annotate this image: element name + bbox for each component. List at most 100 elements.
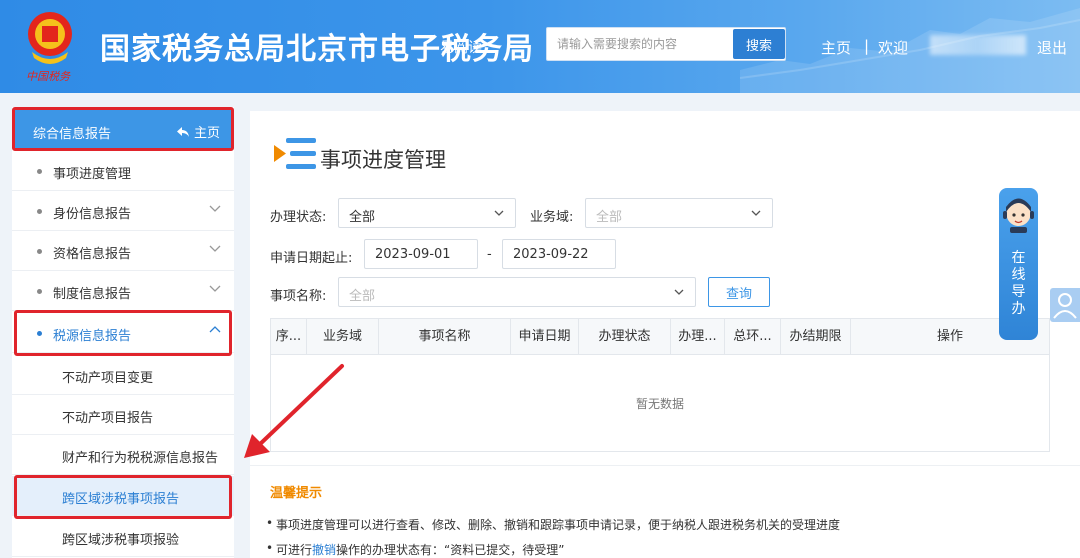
easy-read-link[interactable]: 易阅读	[440, 37, 482, 57]
date-start-value: 2023-09-01	[375, 247, 451, 262]
sidebar-header[interactable]: 综合信息报告 主页	[14, 109, 232, 149]
subitem-label: 不动产项目报告	[62, 411, 154, 426]
tax-emblem-icon: 中国税务	[26, 12, 72, 83]
tip-text-1: 事项进度管理可以进行查看、修改、删除、撤销和跟踪事项申请记录，便于纳税人跟进税务…	[276, 518, 841, 532]
nav-welcome-text: 欢迎	[878, 39, 909, 57]
col-domain: 业务域	[307, 319, 379, 355]
sidebar-item-label: 制度信息报告	[53, 287, 132, 302]
top-header: 中国税务 国家税务总局北京市电子税务局 易阅读 搜索 主页 | 欢迎 退出	[0, 0, 1080, 93]
subitem-label: 不动产项目变更	[62, 371, 154, 386]
tip-line-1: • 事项进度管理可以进行查看、修改、删除、撤销和跟踪事项申请记录，便于纳税人跟进…	[266, 516, 841, 533]
domain-placeholder: 全部	[596, 210, 623, 225]
search-box: 搜索	[546, 27, 786, 61]
assistant-char: 在	[1011, 250, 1026, 266]
sidebar-item-qualification[interactable]: 资格信息报告	[12, 231, 234, 271]
chevron-down-icon	[494, 210, 504, 216]
assistant-char: 办	[1011, 301, 1026, 317]
tips-title: 温馨提示	[270, 486, 323, 501]
results-table: 序... 业务域 事项名称 申请日期 办理状态 办理... 总环... 办结期限…	[270, 318, 1050, 452]
chevron-up-icon	[209, 326, 221, 333]
date-end-value: 2023-09-22	[513, 247, 589, 262]
blurred-username	[930, 35, 1026, 55]
subitem-label: 跨区域涉税事项报验	[62, 533, 180, 548]
subitem-label: 财产和行为税税源信息报告	[62, 451, 219, 466]
date-separator: -	[487, 247, 492, 262]
item-name-label: 事项名称:	[270, 289, 327, 304]
svg-text:中国税务: 中国税务	[26, 70, 71, 83]
search-input[interactable]	[547, 28, 730, 60]
subitem-property-tax[interactable]: 财产和行为税税源信息报告	[12, 435, 234, 475]
logout-link[interactable]: 退出	[1037, 37, 1067, 58]
chevron-down-icon	[209, 245, 221, 252]
list-progress-icon	[274, 138, 316, 169]
search-button[interactable]: 搜索	[733, 29, 785, 59]
assistant-label: 在 线 导 办	[999, 250, 1038, 318]
reply-arrow-icon	[176, 127, 189, 137]
status-value: 全部	[349, 210, 376, 225]
great-wall-decoration	[740, 8, 1080, 93]
sidebar-item-label: 资格信息报告	[53, 247, 132, 262]
side-user-button[interactable]	[1050, 288, 1080, 322]
sidebar-item-label: 事项进度管理	[53, 167, 132, 182]
status-select[interactable]: 全部	[338, 198, 516, 228]
sidebar: 综合信息报告 主页 事项进度管理 身份信息报告 资格信息报告 制度信息报告 税源…	[12, 107, 234, 558]
tip-text-2-prefix: 可进行	[276, 543, 313, 557]
status-label: 办理状态:	[270, 210, 327, 225]
bullet-icon	[37, 289, 42, 294]
bullet-icon: •	[266, 516, 274, 530]
bullet-icon	[37, 249, 42, 254]
sidebar-item-system[interactable]: 制度信息报告	[12, 271, 234, 311]
table-header: 序... 业务域 事项名称 申请日期 办理状态 办理... 总环... 办结期限…	[271, 319, 1049, 355]
sidebar-item-identity[interactable]: 身份信息报告	[12, 191, 234, 231]
col-status: 办理状态	[579, 319, 671, 355]
domain-select[interactable]: 全部	[585, 198, 773, 228]
col-total-steps: 总环...	[725, 319, 781, 355]
bullet-icon	[37, 331, 42, 336]
revoke-link[interactable]: 撤销	[312, 543, 336, 557]
subitem-cross-region-report[interactable]: 跨区域涉税事项报告	[12, 476, 234, 516]
tip-line-2: • 可进行撤销操作的办理状态有：“资料已提交，待受理”	[266, 541, 565, 558]
chevron-down-icon	[751, 210, 761, 216]
domain-label: 业务域:	[530, 210, 574, 225]
nav-separator: |	[864, 37, 870, 55]
bullet-icon	[37, 169, 42, 174]
sidebar-item-tax-source[interactable]: 税源信息报告	[12, 313, 234, 353]
nav-home-link[interactable]: 主页	[821, 37, 851, 58]
online-assistant-button[interactable]: 在 线 导 办	[999, 188, 1038, 340]
empty-state-text: 暂无数据	[635, 397, 684, 411]
subitem-realestate-change[interactable]: 不动产项目变更	[12, 355, 234, 395]
bullet-icon: •	[266, 541, 274, 555]
date-end-input[interactable]: 2023-09-22	[502, 239, 616, 269]
col-handling: 办理...	[671, 319, 725, 355]
sidebar-home-label: 主页	[193, 126, 220, 141]
main-panel: 事项进度管理 办理状态: 全部 业务域: 全部 申请日期起止: 2023-09-…	[250, 111, 1080, 558]
col-apply-date: 申请日期	[511, 319, 579, 355]
col-deadline: 办结期限	[781, 319, 851, 355]
chevron-down-icon	[209, 285, 221, 292]
assistant-char: 导	[1011, 284, 1026, 300]
user-icon	[1053, 293, 1077, 319]
sidebar-header-label: 综合信息报告	[33, 127, 112, 142]
chevron-down-icon	[209, 205, 221, 212]
query-button[interactable]: 查询	[708, 277, 770, 307]
chevron-down-icon	[674, 289, 684, 295]
subitem-label: 跨区域涉税事项报告	[62, 492, 180, 507]
sidebar-item-label: 税源信息报告	[53, 329, 132, 344]
page-title: 事项进度管理	[320, 148, 446, 172]
col-index: 序...	[271, 319, 307, 355]
sidebar-item-label: 身份信息报告	[53, 207, 132, 222]
sidebar-item-progress[interactable]: 事项进度管理	[12, 151, 234, 191]
item-name-placeholder: 全部	[349, 289, 376, 304]
sidebar-home-link[interactable]: 主页	[176, 122, 220, 141]
col-item-name: 事项名称	[379, 319, 511, 355]
bullet-icon	[37, 209, 42, 214]
date-range-label: 申请日期起止:	[270, 251, 353, 266]
tip-text-2-suffix: 操作的办理状态有：“资料已提交，待受理”	[336, 543, 565, 557]
subitem-cross-region-inspect[interactable]: 跨区域涉税事项报验	[12, 517, 234, 557]
assistant-char: 线	[1011, 267, 1026, 283]
subitem-realestate-report[interactable]: 不动产项目报告	[12, 395, 234, 435]
item-name-select[interactable]: 全部	[338, 277, 696, 307]
divider	[250, 465, 1080, 466]
date-start-input[interactable]: 2023-09-01	[364, 239, 478, 269]
assistant-avatar-icon	[1003, 198, 1034, 233]
